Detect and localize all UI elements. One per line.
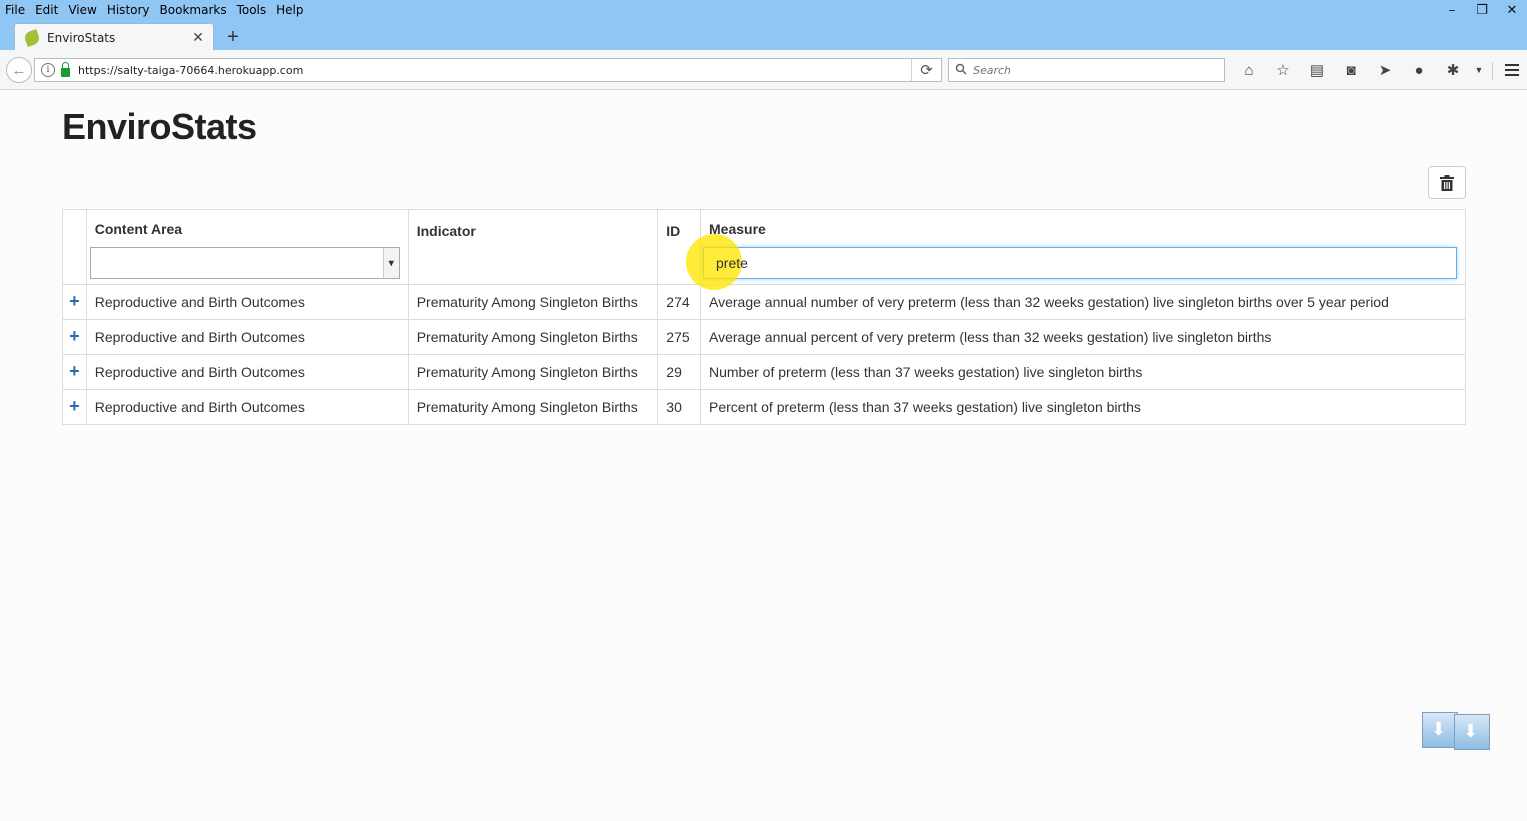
home-icon[interactable]: ⌂ bbox=[1232, 58, 1266, 82]
indicator-label: Indicator bbox=[416, 223, 476, 239]
hamburger-menu-icon[interactable] bbox=[1505, 64, 1519, 76]
table-row[interactable]: + Reproductive and Birth Outcomes Premat… bbox=[63, 318, 1465, 354]
download-icon[interactable] bbox=[1454, 714, 1490, 750]
window-controls: – ❐ ✕ bbox=[1437, 0, 1527, 20]
menu-bar: File Edit View History Bookmarks Tools H… bbox=[0, 0, 309, 20]
row-measure: Average annual percent of very preterm (… bbox=[700, 318, 1465, 354]
menu-edit[interactable]: Edit bbox=[30, 1, 63, 19]
content-area-filter-select[interactable]: ▾ bbox=[89, 247, 400, 279]
row-id: 275 bbox=[657, 318, 701, 354]
row-content-area: Reproductive and Birth Outcomes bbox=[86, 388, 409, 424]
tab-title: EnviroStats bbox=[47, 30, 116, 45]
expand-row-button[interactable]: + bbox=[63, 318, 87, 354]
clear-filters-button[interactable] bbox=[1428, 166, 1466, 199]
menu-view[interactable]: View bbox=[63, 1, 101, 19]
row-indicator: Prematurity Among Singleton Births bbox=[408, 353, 659, 389]
new-tab-button[interactable]: + bbox=[222, 26, 244, 48]
download-icons[interactable] bbox=[1422, 712, 1494, 752]
search-icon bbox=[955, 63, 969, 77]
trash-icon bbox=[1440, 174, 1454, 191]
url-bar[interactable]: i https://salty-taiga-70664.herokuapp.co… bbox=[34, 58, 942, 82]
row-content-area: Reproductive and Birth Outcomes bbox=[86, 283, 409, 319]
expand-column-header bbox=[63, 210, 87, 284]
bookmark-star-icon[interactable]: ☆ bbox=[1266, 58, 1300, 82]
menu-tools[interactable]: Tools bbox=[232, 1, 272, 19]
search-input[interactable] bbox=[973, 63, 1213, 77]
menu-help[interactable]: Help bbox=[271, 1, 308, 19]
expand-row-button[interactable]: + bbox=[63, 353, 87, 389]
table-row[interactable]: + Reproductive and Birth Outcomes Premat… bbox=[63, 388, 1465, 424]
plus-icon[interactable]: + bbox=[69, 291, 80, 311]
row-content-area: Reproductive and Birth Outcomes bbox=[86, 353, 409, 389]
page-title: EnviroStats bbox=[62, 106, 257, 147]
table-row[interactable]: + Reproductive and Birth Outcomes Premat… bbox=[63, 283, 1465, 319]
url-text[interactable]: https://salty-taiga-70664.herokuapp.com bbox=[78, 64, 911, 77]
close-tab-icon[interactable]: ✕ bbox=[189, 29, 207, 46]
row-measure: Average annual number of very preterm (l… bbox=[700, 283, 1465, 319]
send-icon[interactable]: ➤ bbox=[1368, 58, 1402, 82]
menu-file[interactable]: File bbox=[0, 1, 30, 19]
close-window-button[interactable]: ✕ bbox=[1497, 0, 1527, 20]
row-id: 274 bbox=[657, 283, 701, 319]
arrow-left-icon: ← bbox=[11, 61, 27, 79]
search-bar[interactable] bbox=[948, 58, 1225, 82]
plus-icon[interactable]: + bbox=[69, 361, 80, 381]
row-content-area: Reproductive and Birth Outcomes bbox=[86, 318, 409, 354]
reload-icon[interactable]: ⟳ bbox=[911, 59, 941, 81]
indicator-header: Indicator bbox=[408, 210, 659, 284]
info-icon[interactable]: i bbox=[41, 63, 55, 77]
lock-icon bbox=[61, 61, 70, 77]
chat-icon[interactable]: ● bbox=[1402, 58, 1436, 82]
chevron-down-icon[interactable]: ▾ bbox=[382, 248, 399, 278]
restore-button[interactable]: ❐ bbox=[1467, 0, 1497, 20]
download-icon[interactable] bbox=[1422, 712, 1458, 748]
measure-header: Measure prete bbox=[686, 210, 1466, 290]
reading-list-icon[interactable]: ▤ bbox=[1300, 58, 1334, 82]
expand-row-button[interactable]: + bbox=[63, 283, 87, 319]
content-area-header: Content Area ▾ bbox=[86, 210, 409, 284]
id-label: ID bbox=[666, 223, 681, 239]
table-row[interactable]: + Reproductive and Birth Outcomes Premat… bbox=[63, 353, 1465, 389]
row-id: 29 bbox=[657, 353, 701, 389]
measure-filter-input[interactable]: prete bbox=[686, 234, 1457, 290]
chevron-down-icon[interactable]: ▼ bbox=[1470, 58, 1488, 82]
plus-icon[interactable]: + bbox=[69, 396, 80, 416]
row-indicator: Prematurity Among Singleton Births bbox=[408, 283, 659, 319]
extension-icon[interactable]: ✱ bbox=[1436, 58, 1470, 82]
table-header-row: Content Area ▾ Indicator ID Measure pret… bbox=[63, 210, 1466, 290]
pocket-icon[interactable]: ◙ bbox=[1334, 58, 1368, 82]
row-indicator: Prematurity Among Singleton Births bbox=[408, 388, 659, 424]
navigation-bar: ← i https://salty-taiga-70664.herokuapp.… bbox=[0, 50, 1527, 90]
back-button[interactable]: ← bbox=[6, 57, 32, 83]
row-measure: Percent of preterm (less than 37 weeks g… bbox=[700, 388, 1465, 424]
row-measure: Number of preterm (less than 37 weeks ge… bbox=[700, 353, 1465, 389]
plus-icon[interactable]: + bbox=[69, 326, 80, 346]
browser-titlebar: File Edit View History Bookmarks Tools H… bbox=[0, 0, 1527, 51]
menu-bookmarks[interactable]: Bookmarks bbox=[155, 1, 232, 19]
expand-row-button[interactable]: + bbox=[63, 388, 87, 424]
browser-tab[interactable]: EnviroStats ✕ bbox=[14, 23, 214, 51]
row-id: 30 bbox=[657, 388, 701, 424]
toolbar-divider bbox=[1492, 62, 1493, 80]
minimize-button[interactable]: – bbox=[1437, 0, 1467, 20]
menu-history[interactable]: History bbox=[102, 1, 155, 19]
measure-filter-value[interactable]: prete bbox=[716, 255, 748, 271]
leaf-icon bbox=[23, 28, 41, 47]
toolbar-icons: ⌂ ☆ ▤ ◙ ➤ ● ✱ ▼ bbox=[1232, 58, 1488, 82]
row-indicator: Prematurity Among Singleton Births bbox=[408, 318, 659, 354]
data-table: Content Area ▾ Indicator ID Measure pret… bbox=[62, 209, 1466, 425]
content-area-label: Content Area bbox=[94, 221, 183, 237]
measure-label: Measure bbox=[709, 221, 766, 237]
